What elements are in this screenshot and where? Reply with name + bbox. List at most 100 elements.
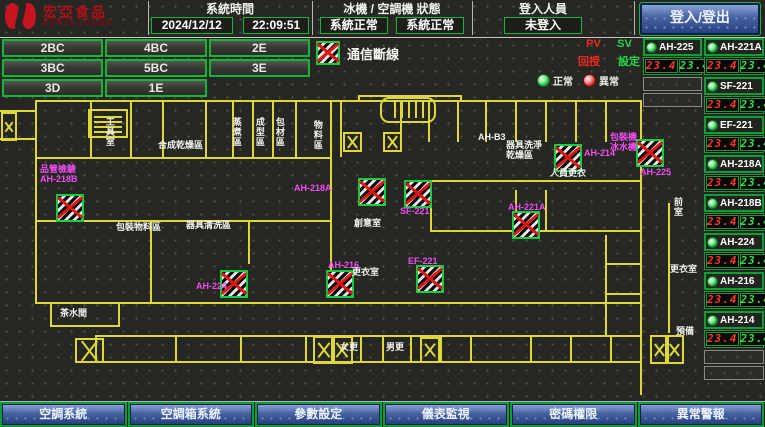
pv-sv-legend: PV SV 回授 設定 <box>578 38 640 69</box>
stairwell-icon <box>420 337 440 363</box>
wall-segment <box>50 302 52 327</box>
pv-value: 23.4 <box>706 332 739 346</box>
unit-button-AH-214[interactable]: AH-214 <box>704 311 764 329</box>
system-time-section: 系統時間 2024/12/12 22:09:51 <box>148 1 311 35</box>
floor-button-2BC[interactable]: 2BC <box>2 39 103 57</box>
floor-buttons: 2BC4BC2E3BC5BC3E3D1E <box>2 39 310 97</box>
machine-status-label: 冰機 / 空調機 狀態 <box>313 1 471 17</box>
wall-segment <box>175 337 177 361</box>
map-ahu-SF-221[interactable] <box>404 180 432 208</box>
room-label: 器具洗淨 乾燥區 <box>506 141 542 161</box>
unit-button-AH-216[interactable]: AH-216 <box>704 272 764 290</box>
unit-button-AH-218A[interactable]: AH-218A <box>704 155 764 173</box>
sv-value: 23.4 <box>740 137 765 151</box>
footer-cell: 空調箱系統 <box>128 402 255 427</box>
sv-value: 23.4 <box>740 293 765 307</box>
map-ahu-品管檢驗-AH-218B[interactable] <box>56 194 84 222</box>
nav-button-空調箱系統[interactable]: 空調箱系統 <box>130 404 253 425</box>
login-person-value: 未登入 <box>504 17 582 34</box>
unit-values-EF-221: 23.423.4 <box>704 135 764 153</box>
unit-button-AH-221A[interactable]: AH-221A <box>704 38 764 56</box>
room-label: 蒸煮區 <box>231 117 241 147</box>
wall-segment <box>545 100 547 142</box>
normal-label: 正常 <box>553 73 573 88</box>
floor-button-4BC[interactable]: 4BC <box>105 39 206 57</box>
unit-name-label: AH-216 <box>720 276 754 287</box>
unit-values-SF-221: 23.423.4 <box>704 96 764 114</box>
top-bar: 宏亞食品 HUNYA FOODS 系統時間 2024/12/12 22:09:5… <box>0 0 765 38</box>
unit-button-AH-225[interactable]: AH-225 <box>643 38 702 56</box>
map-ahu-EF-221[interactable] <box>416 265 444 293</box>
unit-status-led <box>707 276 718 287</box>
pv-value: 23.4 <box>706 98 739 112</box>
wall-segment <box>457 100 459 142</box>
wall-segment <box>605 293 640 295</box>
room-label: 更衣室 <box>352 268 379 278</box>
floor-button-2E[interactable]: 2E <box>209 39 310 57</box>
nav-button-密碼權限[interactable]: 密碼權限 <box>512 404 635 425</box>
sv-value: 23.4 <box>740 176 765 190</box>
wall-segment <box>570 337 572 361</box>
login-logout-button[interactable]: 登入/登出 <box>640 3 760 35</box>
pv-value: 23.4 <box>706 254 739 268</box>
room-label: AH-B3 <box>478 133 506 143</box>
stairwell-icon <box>665 335 684 364</box>
wall-segment <box>205 100 207 157</box>
company-logo: 宏亞食品 HUNYA FOODS <box>4 2 112 30</box>
nav-button-異常警報[interactable]: 異常警報 <box>640 404 763 425</box>
wall-segment <box>605 235 607 335</box>
map-ahu-label: 品管檢驗 AH-218B <box>40 165 78 185</box>
map-ahu-label: SF-221 <box>400 207 430 217</box>
map-ahu-AH-221A[interactable] <box>512 211 540 239</box>
unit-button-AH-224[interactable]: AH-224 <box>704 233 764 251</box>
map-ahu-AH-225[interactable] <box>636 139 664 167</box>
room-label: 包材區 <box>274 117 284 147</box>
unit-name-label: EF-221 <box>720 120 753 131</box>
room-label: 預備 <box>676 327 694 337</box>
nav-button-參數設定[interactable]: 參數設定 <box>257 404 380 425</box>
wall-segment <box>130 100 132 157</box>
system-date-value: 2024/12/12 <box>151 17 233 34</box>
wall-segment <box>150 222 152 304</box>
room-label: 工具室 <box>104 117 114 147</box>
sv-value: 23.4 <box>740 215 765 229</box>
nav-button-空調系統[interactable]: 空調系統 <box>2 404 125 425</box>
room-label: 合成乾燥區 <box>158 141 203 151</box>
unit-status-led <box>707 315 718 326</box>
map-ahu-AH-216[interactable] <box>326 270 354 298</box>
hmi-screen: { "header": { "logo": {"title": "宏亞食品", … <box>0 0 765 426</box>
room-label: 人員更衣 <box>550 169 586 179</box>
floor-button-5BC[interactable]: 5BC <box>105 59 206 77</box>
unit-values-AH-214: 23.423.4 <box>704 330 764 348</box>
unit-status-led <box>646 42 657 53</box>
wall-segment <box>575 100 577 142</box>
map-ahu-label: AH-225 <box>640 168 671 178</box>
wall-segment <box>95 335 642 337</box>
unit-name-label: AH-214 <box>720 315 754 326</box>
logo-subtitle: HUNYA FOODS <box>43 19 112 27</box>
sv-value: 23.4 <box>740 59 765 73</box>
floor-button-3E[interactable]: 3E <box>209 59 310 77</box>
wall-segment <box>95 361 642 363</box>
wall-segment <box>35 157 332 159</box>
wall-segment <box>305 337 307 361</box>
unit-button-SF-221[interactable]: SF-221 <box>704 77 764 95</box>
floor-button-3BC[interactable]: 3BC <box>2 59 103 77</box>
wall-segment <box>118 302 120 327</box>
wall-segment <box>50 325 120 327</box>
room-label: 物料區 <box>312 120 322 150</box>
room-label: 創意室 <box>354 219 381 229</box>
unit-name-label: AH-218A <box>720 159 762 170</box>
pv-value: 23.4 <box>645 59 678 73</box>
pv-label: PV <box>586 38 601 50</box>
stairwell-icon <box>1 112 17 141</box>
wall-segment <box>530 337 532 361</box>
ahu-status-value: 系統正常 <box>396 17 464 34</box>
nav-button-儀表監視[interactable]: 儀表監視 <box>385 404 508 425</box>
unit-button-AH-218B[interactable]: AH-218B <box>704 194 764 212</box>
unit-values-AH-224: 23.423.4 <box>704 252 764 270</box>
map-ahu-label: EF-221 <box>408 257 438 267</box>
stairwell-icon <box>383 132 402 152</box>
map-ahu-AH-218A[interactable] <box>358 178 386 206</box>
unit-button-EF-221[interactable]: EF-221 <box>704 116 764 134</box>
